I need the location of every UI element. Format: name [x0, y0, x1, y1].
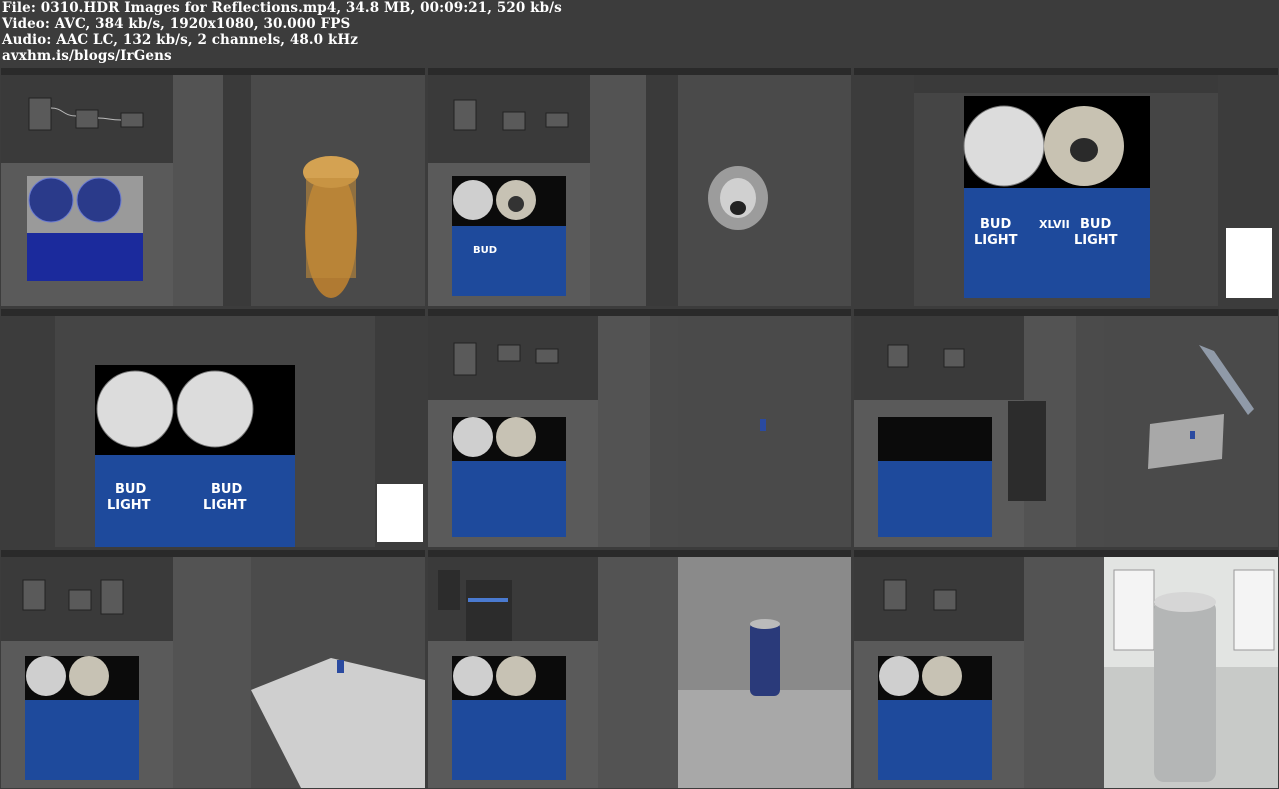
thumbnail-3[interactable]: BUD LIGHT BUD LIGHT XLVII: [854, 68, 1278, 306]
thumbnail-8[interactable]: [428, 550, 851, 788]
thumbnail-grid: BUD BUD LIGHT BUD LIGHT XLVII BUD LIGHT …: [0, 68, 1279, 789]
file-info-line: File: 0310.HDR Images for Reflections.mp…: [2, 0, 562, 16]
thumbnail-1[interactable]: [1, 68, 425, 306]
svg-text:BUD: BUD: [1080, 217, 1111, 232]
source-url-line: avxhm.is/blogs/IrGens: [2, 48, 172, 64]
thumbnail-9[interactable]: [854, 550, 1278, 788]
svg-text:LIGHT: LIGHT: [107, 498, 151, 513]
svg-text:BUD: BUD: [473, 245, 497, 256]
thumbnail-2[interactable]: BUD: [428, 68, 851, 306]
thumbnail-7[interactable]: [1, 550, 425, 788]
thumbnail-5[interactable]: [428, 309, 851, 547]
texture-light-text: LIGHT: [974, 233, 1018, 248]
svg-text:BUD: BUD: [115, 482, 146, 497]
svg-text:BUD: BUD: [211, 482, 242, 497]
thumbnail-6[interactable]: [854, 309, 1278, 547]
svg-text:LIGHT: LIGHT: [1074, 233, 1118, 248]
video-info-header: File: 0310.HDR Images for Reflections.mp…: [0, 0, 1279, 68]
audio-info-line: Audio: AAC LC, 132 kb/s, 2 channels, 48.…: [2, 32, 359, 48]
thumbnail-4[interactable]: BUD LIGHT BUD LIGHT: [1, 309, 425, 547]
video-info-line: Video: AVC, 384 kb/s, 1920x1080, 30.000 …: [2, 16, 351, 32]
texture-bud-text: BUD: [980, 217, 1011, 232]
texture-game-text: XLVII: [1039, 218, 1070, 231]
svg-text:LIGHT: LIGHT: [203, 498, 247, 513]
